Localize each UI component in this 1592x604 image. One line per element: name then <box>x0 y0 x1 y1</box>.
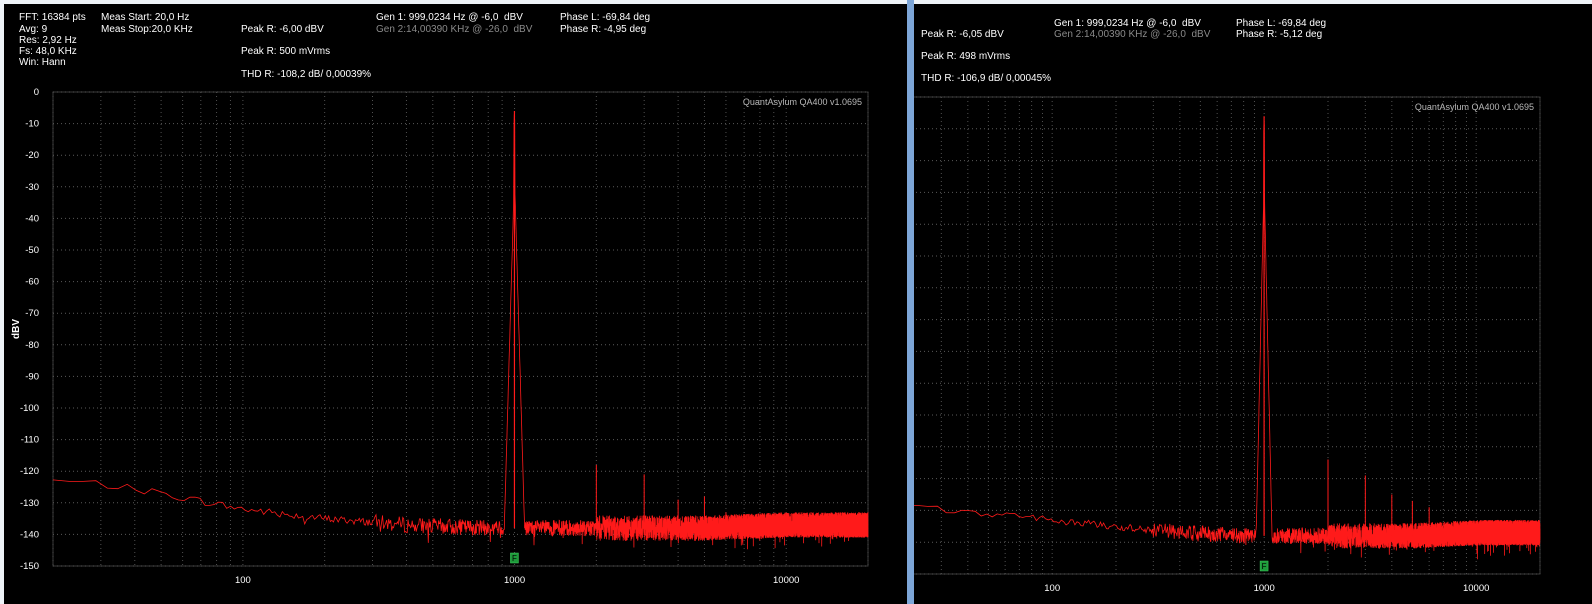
y-tick-label: -130 <box>20 498 39 509</box>
y-tick-label: -30 <box>25 182 39 193</box>
fundamental-marker-label: F <box>1262 562 1267 571</box>
x-tick-label: 100 <box>235 575 251 586</box>
fundamental-marker-label: F <box>512 554 517 563</box>
x-tick-label: 10000 <box>773 575 799 586</box>
y-tick-label: -110 <box>21 435 39 446</box>
spectrum-chart-left: 0 -10 -20 -30 -40 -50 -60 -70 -80 -90 -100 -110 -120… <box>11 87 869 586</box>
spectrum-panel-right: Peak R: -6,05 dBV Peak R: 498 mVrms THD … <box>914 4 1592 604</box>
y-tick-label: -10 <box>25 119 39 130</box>
watermark: QuantAsylum QA400 v1.0695 <box>743 97 862 107</box>
plot-frame <box>52 91 869 567</box>
x-tick-label: 1000 <box>504 575 525 586</box>
y-tick-label: -20 <box>25 150 39 161</box>
panel-divider[interactable] <box>907 0 914 604</box>
watermark: QuantAsylum QA400 v1.0695 <box>1415 102 1534 112</box>
y-tick-label: -50 <box>25 245 39 256</box>
plot-frame <box>914 96 1541 575</box>
y-tick-label: -60 <box>25 277 39 288</box>
y-tick-label: -120 <box>20 466 39 477</box>
y-tick-label: -70 <box>25 308 39 319</box>
spectrum-trace <box>914 119 1541 560</box>
y-axis-label: dBV <box>11 319 22 339</box>
x-tick-label: 10000 <box>1463 583 1489 594</box>
x-tick-label: 1000 <box>1254 583 1275 594</box>
x-tick-label: 100 <box>1044 583 1060 594</box>
y-tick-label: -100 <box>20 403 39 414</box>
y-tick-label: 0 <box>34 87 39 98</box>
y-tick-label: -90 <box>25 371 39 382</box>
spectrum-panel-left: FFT: 16384 pts Avg: 9 Res: 2,92 Hz Fs: 4… <box>4 4 907 604</box>
spectrum-trace <box>52 114 869 550</box>
y-tick-label: -150 <box>20 561 39 572</box>
spectrum-chart-right: 100 1000 10000 QuantAsylum QA400 v1.0695 F <box>914 96 1541 594</box>
y-tick-label: -80 <box>25 340 39 351</box>
y-tick-label: -140 <box>20 529 39 540</box>
y-tick-label: -40 <box>25 213 39 224</box>
